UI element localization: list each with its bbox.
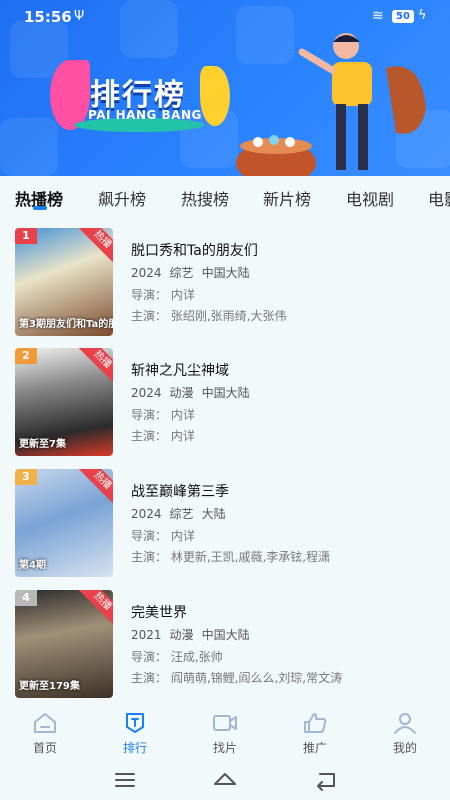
hot-badge: 热播 [78, 590, 113, 626]
item-actors: 主演： 阎萌萌,锦鲤,阎么么,刘琮,常文涛 [131, 671, 343, 685]
tab-movie[interactable]: 电影 [428, 186, 450, 210]
ranking-icon [126, 713, 144, 733]
item-director: 导演： 内详 [131, 529, 195, 543]
home-icon [34, 713, 56, 733]
banner-subtitle: PAI HANG BANG [88, 108, 202, 122]
item-actors: 主演： 林更新,王凯,戚薇,李承铉,程潇 [131, 550, 331, 564]
nav-label: 推广 [302, 741, 327, 755]
banner-illustration [236, 33, 426, 176]
active-tab-indicator [33, 206, 47, 210]
item-year: 2024 [131, 386, 162, 400]
banner-title-block: 排行榜 PAI HANG BANG [50, 60, 230, 140]
item-title[interactable]: 斩神之凡尘神域 [131, 360, 229, 380]
nav-label: 我的 [392, 741, 417, 755]
poster-caption: 第3期朋友们和Ta的朋友们 [19, 319, 113, 330]
tab-hot-search[interactable]: 热搜榜 [181, 186, 229, 210]
item-director: 导演： 汪成,张帅 [131, 650, 223, 664]
poster-caption: 第4期 [19, 560, 46, 571]
poster-image[interactable]: 3 热播 第4期 [15, 469, 113, 577]
item-meta: 2024 综艺 大陆 [131, 505, 234, 522]
item-genre: 动漫 [169, 628, 194, 642]
ranking-tabs: 热播榜 飙升榜 热搜榜 新片榜 电视剧 电影 [0, 176, 450, 220]
item-year: 2024 [131, 507, 162, 521]
item-genre: 综艺 [169, 266, 194, 280]
poster-image[interactable]: 4 热播 更新至179集 [15, 590, 113, 698]
poster-caption: 更新至7集 [19, 439, 66, 450]
nav-label: 排行 [122, 741, 147, 755]
item-meta: 2024 动漫 中国大陆 [131, 384, 258, 401]
item-director: 导演： 内详 [131, 288, 195, 302]
hot-badge: 热播 [78, 228, 113, 264]
list-item[interactable]: 3 热播 第4期 战至巅峰第三季 2024 综艺 大陆 导演： 内详 主演： 林更新… [15, 469, 440, 581]
rank-badge: 4 [15, 590, 37, 606]
poster-image[interactable]: 1 热播 第3期朋友们和Ta的朋友们 [15, 228, 113, 336]
back-icon[interactable] [310, 766, 340, 794]
item-meta: 2024 综艺 中国大陆 [131, 264, 258, 281]
item-year: 2024 [131, 266, 162, 280]
item-actors: 主演： 张绍刚,张雨绮,大张伟 [131, 309, 287, 323]
bottom-navigation: 首页 排行 找片 推广 我的 [0, 703, 450, 760]
list-item[interactable]: 2 热播 更新至7集 斩神之凡尘神域 2024 动漫 中国大陆 导演： 内详 主演：… [15, 348, 440, 460]
menu-icon[interactable] [110, 766, 140, 794]
nav-home[interactable]: 首页 [0, 703, 90, 760]
tab-new-release[interactable]: 新片榜 [263, 186, 311, 210]
list-item[interactable]: 1 热播 第3期朋友们和Ta的朋友们 脱口秀和Ta的朋友们 2024 综艺中国大陆… [15, 228, 440, 340]
nav-find[interactable]: 找片 [180, 703, 270, 760]
poster-caption: 更新至179集 [19, 681, 80, 692]
hot-badge: 热播 [78, 348, 113, 384]
charging-icon: ϟ [418, 8, 427, 23]
item-director: 导演： 内详 [131, 408, 195, 422]
item-region: 中国大陆 [201, 386, 250, 400]
item-region: 中国大陆 [201, 628, 250, 642]
splash-decoration [200, 66, 230, 126]
system-navigation-bar [0, 760, 450, 800]
item-genre: 动漫 [169, 386, 194, 400]
list-item[interactable]: 4 热播 更新至179集 完美世界 2021 动漫 中国大陆 导演： 汪成,张帅 主… [15, 590, 440, 702]
video-icon [213, 715, 237, 731]
tab-tv-series[interactable]: 电视剧 [346, 186, 394, 210]
status-time: 15:56 [24, 8, 72, 26]
item-actors: 主演： 内详 [131, 429, 195, 443]
nav-promote[interactable]: 推广 [270, 703, 360, 760]
item-title[interactable]: 完美世界 [131, 602, 187, 622]
poster-image[interactable]: 2 热播 更新至7集 [15, 348, 113, 456]
nav-ranking[interactable]: 排行 [90, 703, 180, 760]
wifi-icon: ≋ [372, 8, 384, 24]
user-icon [394, 713, 416, 734]
item-genre: 综艺 [169, 507, 194, 521]
battery-icon: 50 [392, 10, 414, 23]
splash-decoration [50, 60, 90, 130]
item-meta: 2021 动漫 中国大陆 [131, 626, 258, 643]
item-region: 中国大陆 [201, 266, 250, 280]
nav-label: 首页 [32, 741, 57, 755]
usb-icon: Ψ [74, 9, 85, 24]
nav-profile[interactable]: 我的 [360, 703, 450, 760]
item-title[interactable]: 脱口秀和Ta的朋友们 [131, 240, 258, 260]
item-year: 2021 [131, 628, 162, 642]
rank-badge: 2 [15, 348, 37, 364]
item-region: 大陆 [201, 507, 226, 521]
hot-badge: 热播 [78, 469, 113, 505]
nav-label: 找片 [212, 741, 237, 755]
rank-badge: 1 [15, 228, 37, 244]
tab-rising[interactable]: 飙升榜 [98, 186, 146, 210]
item-title[interactable]: 战至巅峰第三季 [131, 481, 229, 501]
ranking-banner: 15:56 Ψ ≋ 50 ϟ 排行榜 PAI HANG BANG [0, 0, 450, 176]
rank-badge: 3 [15, 469, 37, 485]
thumbs-up-icon [304, 713, 327, 733]
home-button-icon[interactable] [210, 766, 240, 794]
